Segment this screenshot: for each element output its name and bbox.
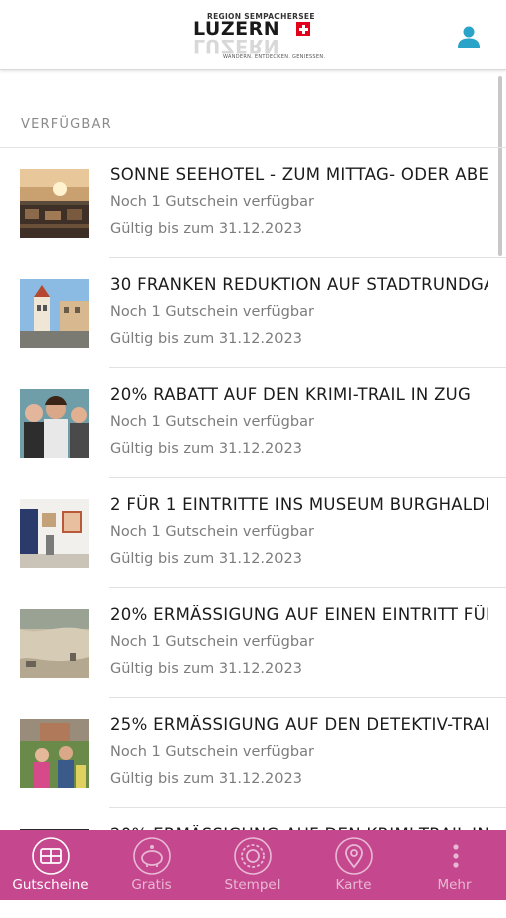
- voucher-list-item[interactable]: 20% ERMÄSSIGUNG AUF EINEN EINTRITT FÜR N…: [0, 588, 506, 698]
- voucher-availability: Noch 1 Gutschein verfügbar: [110, 634, 314, 650]
- voucher-availability: Noch 1 Gutschein verfügbar: [110, 414, 314, 430]
- voucher-validity: Gültig bis zum 31.12.2023: [110, 221, 302, 237]
- voucher-availability: Noch 1 Gutschein verfügbar: [110, 524, 314, 540]
- tab-stempel[interactable]: Stempel: [202, 830, 303, 900]
- logo-tagline: WANDERN. ENTDECKEN. GENIESSEN.: [223, 54, 326, 60]
- luzern-logo[interactable]: REGION SEMPACHERSEE LUZERN LUZERN WANDER…: [193, 12, 325, 60]
- voucher-validity: Gültig bis zum 31.12.2023: [110, 441, 302, 457]
- voucher-availability: Noch 1 Gutschein verfügbar: [110, 194, 314, 210]
- tab-label: Gratis: [131, 877, 172, 893]
- tab-gutscheine[interactable]: Gutscheine: [0, 830, 101, 900]
- tab-label: Gutscheine: [12, 877, 89, 893]
- voucher-validity: Gültig bis zum 31.12.2023: [110, 661, 302, 677]
- voucher-icon: [31, 836, 71, 876]
- more-icon: [435, 836, 475, 876]
- tab-mehr[interactable]: Mehr: [404, 830, 505, 900]
- voucher-validity: Gültig bis zum 31.12.2023: [110, 771, 302, 787]
- voucher-image-entry: [20, 609, 89, 678]
- voucher-list-item[interactable]: 20% RABATT AUF DEN KRIMI-TRAIL IN ZUG No…: [0, 368, 506, 478]
- voucher-title: SONNE SEEHOTEL - ZUM MITTAG- ODER ABEN: [110, 165, 488, 184]
- swiss-cross-icon: [296, 22, 310, 36]
- voucher-validity: Gültig bis zum 31.12.2023: [110, 551, 302, 567]
- voucher-title: 2 FÜR 1 EINTRITTE INS MUSEUM BURGHALDE: [110, 495, 488, 514]
- bottom-tab-bar: Gutscheine Gratis Stempel Karte Mehr: [0, 830, 506, 900]
- section-label-available: VERFÜGBAR: [21, 117, 112, 132]
- voucher-title: 20% ERMÄSSIGUNG AUF EINEN EINTRITT FÜR: [110, 605, 488, 624]
- logo-reflection: LUZERN: [193, 35, 281, 57]
- voucher-availability: Noch 1 Gutschein verfügbar: [110, 744, 314, 760]
- voucher-image-city-tour: [20, 279, 89, 348]
- user-icon[interactable]: [456, 24, 482, 50]
- tab-karte[interactable]: Karte: [303, 830, 404, 900]
- tab-label: Mehr: [437, 877, 472, 893]
- voucher-availability: Noch 1 Gutschein verfügbar: [110, 304, 314, 320]
- tab-label: Karte: [335, 877, 372, 893]
- voucher-title: 30 FRANKEN REDUKTION AUF STADTRUNDGAN: [110, 275, 488, 294]
- voucher-list-item[interactable]: 2 FÜR 1 EINTRITTE INS MUSEUM BURGHALDE N…: [0, 478, 506, 588]
- stamp-icon: [233, 836, 273, 876]
- voucher-title: 20% RABATT AUF DEN KRIMI-TRAIL IN ZUG: [110, 385, 472, 404]
- tab-gratis[interactable]: Gratis: [101, 830, 202, 900]
- voucher-image-seehotel: [20, 169, 89, 238]
- voucher-list-item[interactable]: 25% ERMÄSSIGUNG AUF DEN DETEKTIV-TRAIL N…: [0, 698, 506, 808]
- voucher-title: 25% ERMÄSSIGUNG AUF DEN DETEKTIV-TRAIL: [110, 715, 488, 734]
- app-header: REGION SEMPACHERSEE LUZERN LUZERN WANDER…: [0, 0, 506, 70]
- voucher-image-krimi-trail: [20, 389, 89, 458]
- voucher-list-item[interactable]: 30 FRANKEN REDUKTION AUF STADTRUNDGAN No…: [0, 258, 506, 368]
- map-pin-icon: [334, 836, 374, 876]
- tab-label: Stempel: [224, 877, 281, 893]
- voucher-image-museum: [20, 499, 89, 568]
- voucher-image-detektiv-trail: [20, 719, 89, 788]
- voucher-list: SONNE SEEHOTEL - ZUM MITTAG- ODER ABEN N…: [0, 148, 506, 918]
- voucher-validity: Gültig bis zum 31.12.2023: [110, 331, 302, 347]
- piggy-bank-icon: [132, 836, 172, 876]
- voucher-list-item[interactable]: SONNE SEEHOTEL - ZUM MITTAG- ODER ABEN N…: [0, 148, 506, 258]
